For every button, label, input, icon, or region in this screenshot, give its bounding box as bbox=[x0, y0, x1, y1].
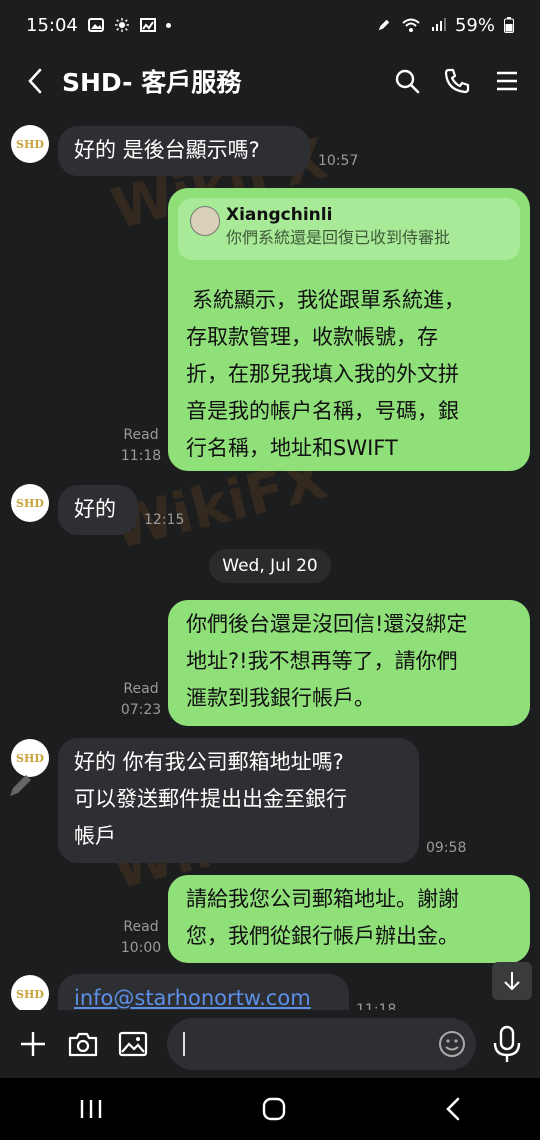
microphone-icon[interactable] bbox=[490, 1024, 524, 1064]
quoted-avatar bbox=[190, 206, 220, 236]
message-time: 11:18 bbox=[120, 448, 162, 464]
arrow-down-icon bbox=[504, 972, 520, 991]
message-line: 系統顯示，我從跟單系統進， bbox=[192, 288, 465, 312]
quoted-reply[interactable]: Xiangchinli 你們系統還是回復已收到侍審批 bbox=[178, 198, 520, 260]
message-input-bar bbox=[0, 1010, 540, 1078]
chat-header: SHD- 客戶服務 bbox=[0, 50, 540, 112]
chevron-left-icon bbox=[28, 68, 42, 94]
message-line: 好的 你有我公司郵箱地址嗎? bbox=[74, 750, 344, 774]
message-time: 09:58 bbox=[426, 840, 467, 856]
message-line: 行名稱，地址和SWIFT bbox=[186, 436, 398, 460]
back-nav-icon[interactable] bbox=[444, 1096, 462, 1122]
message-text: 好的 是後台顯示嗎? bbox=[74, 138, 260, 162]
outgoing-message[interactable]: Xiangchinli 你們系統還是回復已收到侍審批 系統顯示，我從跟單系統進，… bbox=[168, 188, 530, 471]
emoji-icon[interactable] bbox=[438, 1030, 466, 1058]
recent-apps-icon[interactable] bbox=[78, 1098, 104, 1120]
message-line: 折，在那兒我填入我的外文拼 bbox=[186, 362, 459, 386]
add-button[interactable] bbox=[14, 1025, 52, 1063]
plus-icon bbox=[21, 1032, 45, 1056]
message-meta: Read 11:18 bbox=[118, 425, 164, 467]
chat-title: SHD- 客戶服務 bbox=[62, 68, 242, 97]
message-time: 10:57 bbox=[318, 153, 359, 169]
battery-level: 59% bbox=[454, 14, 495, 36]
message-meta: Read 10:00 bbox=[118, 917, 164, 959]
message-line: 你們後台還是沒回信!還沒綁定 bbox=[186, 612, 468, 636]
gallery-button[interactable] bbox=[114, 1025, 152, 1063]
outgoing-message[interactable]: 請給我您公司郵箱地址。謝謝 您，我們從銀行帳戶辦出金。 bbox=[168, 875, 530, 963]
incoming-message[interactable]: 好的 bbox=[58, 485, 138, 535]
camera-button[interactable] bbox=[64, 1025, 102, 1063]
avatar[interactable]: SHD bbox=[11, 484, 49, 522]
search-icon bbox=[395, 69, 420, 94]
message-line: 您，我們從銀行帳戶辦出金。 bbox=[186, 924, 459, 948]
message-time: 10:00 bbox=[120, 940, 162, 956]
outgoing-message[interactable]: 你們後台還是沒回信!還沒綁定 地址?!我不想再等了，請你們 滙款到我銀行帳戶。 bbox=[168, 600, 530, 726]
message-input[interactable] bbox=[167, 1018, 476, 1070]
read-status: Read bbox=[123, 427, 159, 443]
read-status: Read bbox=[123, 919, 159, 935]
message-line: 音是我的帳户名稱，号碼，銀 bbox=[186, 399, 459, 423]
incoming-message[interactable]: 好的 你有我公司郵箱地址嗎? 可以發送郵件提出出金至銀行 帳戶 bbox=[58, 738, 419, 863]
image-icon bbox=[87, 18, 104, 32]
message-time: 07:23 bbox=[120, 702, 162, 718]
hamburger-menu-icon bbox=[497, 71, 517, 91]
message-time: 11:18 bbox=[356, 1002, 397, 1010]
message-line: 帳戶 bbox=[74, 824, 116, 848]
read-status: Read bbox=[123, 681, 159, 697]
gallery-icon bbox=[139, 18, 156, 32]
back-button[interactable] bbox=[18, 64, 52, 98]
avatar[interactable]: SHD bbox=[11, 975, 49, 1010]
pen-icon bbox=[378, 19, 390, 31]
status-bar: 15:04 59% bbox=[0, 0, 540, 50]
date-divider: Wed, Jul 20 bbox=[209, 549, 331, 583]
chat-thread[interactable]: WikiFX WikiFX WikiFX SHD 好的 是後台顯示嗎? 10:5… bbox=[0, 112, 540, 1010]
scroll-to-bottom-button[interactable] bbox=[492, 962, 532, 1000]
clock: 15:04 bbox=[26, 14, 78, 36]
phone-icon bbox=[444, 68, 470, 94]
avatar[interactable]: SHD bbox=[11, 125, 49, 163]
message-line: 滙款到我銀行帳戶。 bbox=[186, 686, 375, 710]
message-time: 12:15 bbox=[144, 512, 185, 528]
quoted-sender: Xiangchinli bbox=[226, 205, 333, 225]
notification-dot-icon bbox=[165, 22, 171, 28]
pencil-icon bbox=[10, 775, 31, 796]
camera-icon bbox=[68, 1032, 98, 1057]
message-meta: Read 07:23 bbox=[118, 679, 164, 721]
image-icon bbox=[118, 1031, 148, 1057]
message-line: 存取款管理，收款帳號，存 bbox=[186, 325, 438, 349]
message-text: 好的 bbox=[74, 497, 116, 521]
search-button[interactable] bbox=[392, 66, 422, 96]
battery-icon bbox=[504, 17, 514, 33]
message-line: 請給我您公司郵箱地址。謝謝 bbox=[186, 887, 459, 911]
call-button[interactable] bbox=[442, 66, 472, 96]
home-icon[interactable] bbox=[261, 1096, 287, 1122]
incoming-message[interactable]: info@starhonortw.com bbox=[58, 974, 349, 1010]
system-navigation-bar bbox=[0, 1078, 540, 1140]
text-caret bbox=[183, 1032, 185, 1056]
message-line: 地址?!我不想再等了，請你們 bbox=[186, 649, 458, 673]
email-link[interactable]: info@starhonortw.com bbox=[74, 986, 311, 1010]
sun-icon bbox=[114, 18, 129, 32]
quoted-text: 你們系統還是回復已收到侍審批 bbox=[226, 228, 451, 247]
incoming-message[interactable]: 好的 是後台顯示嗎? bbox=[58, 126, 310, 176]
signal-icon bbox=[431, 18, 446, 31]
message-line: 可以發送郵件提出出金至銀行 bbox=[74, 787, 347, 811]
menu-button[interactable] bbox=[492, 66, 522, 96]
wifi-icon bbox=[402, 18, 420, 32]
